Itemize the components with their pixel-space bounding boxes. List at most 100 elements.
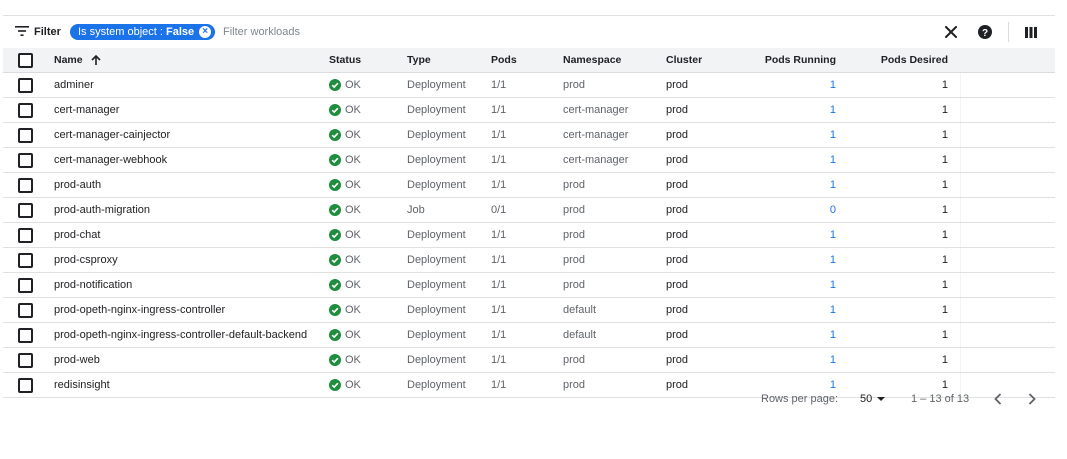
namespace-cell: prod	[563, 204, 586, 216]
help-circle-icon[interactable]: ?	[976, 23, 994, 41]
row-checkbox[interactable]	[18, 128, 33, 143]
filter-workloads-input[interactable]	[218, 22, 528, 42]
column-header-pods[interactable]: Pods	[491, 48, 517, 72]
page-range: 1 – 13 of 13	[911, 393, 970, 405]
pods-cell: 1/1	[491, 154, 507, 166]
status-text: OK	[345, 354, 361, 366]
filter-button[interactable]: Filter	[15, 24, 61, 40]
pods-desired-cell: 1	[941, 329, 948, 341]
type-cell: Deployment	[407, 354, 466, 366]
row-checkbox[interactable]	[18, 328, 33, 343]
column-header-namespace[interactable]: Namespace	[563, 48, 621, 72]
type-cell: Deployment	[407, 154, 466, 166]
workload-name-link[interactable]: prod-opeth-nginx-ingress-controller-defa…	[54, 323, 307, 347]
column-separator	[960, 98, 961, 122]
column-header-status[interactable]: Status	[329, 48, 361, 72]
namespace-cell: prod	[563, 254, 586, 266]
table-row[interactable]: prod-csproxy OK Deployment 1/1 prod prod 1 1	[3, 248, 1055, 273]
row-checkbox[interactable]	[18, 228, 33, 243]
workload-name-link[interactable]: cert-manager-cainjector	[54, 123, 170, 147]
row-checkbox[interactable]	[18, 203, 33, 218]
workload-name-link[interactable]: prod-auth	[54, 173, 101, 197]
status-cell: OK	[329, 323, 361, 347]
row-checkbox[interactable]	[18, 353, 33, 368]
pods-running-link[interactable]: 1	[830, 273, 836, 297]
column-header-pods-desired[interactable]: Pods Desired	[881, 48, 948, 72]
check-circle-icon	[329, 129, 341, 141]
pods-running-link[interactable]: 1	[830, 73, 836, 97]
column-display-icon[interactable]	[1022, 23, 1040, 41]
chevron-left-icon[interactable]	[990, 391, 1006, 407]
workload-name-link[interactable]: prod-opeth-nginx-ingress-controller	[54, 298, 225, 322]
table-row[interactable]: cert-manager-webhook OK Deployment 1/1 cert-…	[3, 148, 1055, 173]
status-cell: OK	[329, 223, 361, 247]
namespace-cell: prod	[563, 279, 586, 291]
pods-running-link[interactable]: 1	[830, 223, 836, 247]
row-checkbox[interactable]	[18, 153, 33, 168]
pods-running-link[interactable]: 1	[830, 98, 836, 122]
workload-name-link[interactable]: prod-chat	[54, 223, 100, 247]
check-circle-icon	[329, 204, 341, 216]
table-row[interactable]: prod-chat OK Deployment 1/1 prod prod 1 1	[3, 223, 1055, 248]
chevron-right-icon[interactable]	[1024, 391, 1040, 407]
column-separator	[960, 298, 961, 322]
column-header-name[interactable]: Name	[54, 48, 101, 72]
type-cell: Deployment	[407, 254, 466, 266]
pods-desired-cell: 1	[941, 179, 948, 191]
status-cell: OK	[329, 298, 361, 322]
pagination: Rows per page: 50 1 – 13 of 13	[0, 389, 1055, 411]
pods-cell: 1/1	[491, 129, 507, 141]
row-checkbox[interactable]	[18, 278, 33, 293]
column-separator	[960, 148, 961, 172]
workload-name-link[interactable]: cert-manager	[54, 98, 119, 122]
status-text: OK	[345, 104, 361, 116]
pods-running-link[interactable]: 1	[830, 348, 836, 372]
table-row[interactable]: prod-auth-migration OK Job 0/1 prod prod 0 1	[3, 198, 1055, 223]
pods-cell: 1/1	[491, 179, 507, 191]
check-circle-icon	[329, 179, 341, 191]
system-object-filter-chip[interactable]: Is system object : False ×	[70, 24, 216, 40]
pods-running-link[interactable]: 1	[830, 248, 836, 272]
select-all-checkbox[interactable]	[18, 53, 33, 68]
pods-running-link[interactable]: 0	[830, 198, 836, 222]
workload-name-link[interactable]: prod-csproxy	[54, 248, 118, 272]
table-body: adminer OK Deployment 1/1 prod prod 1 1 cert-man…	[3, 73, 1055, 398]
workload-name-link[interactable]: prod-web	[54, 348, 100, 372]
pods-running-link[interactable]: 1	[830, 148, 836, 172]
namespace-cell: default	[563, 304, 597, 316]
row-checkbox[interactable]	[18, 78, 33, 93]
row-checkbox[interactable]	[18, 253, 33, 268]
row-checkbox[interactable]	[18, 103, 33, 118]
pods-running-link[interactable]: 1	[830, 173, 836, 197]
table-row[interactable]: cert-manager OK Deployment 1/1 cert-manager p…	[3, 98, 1055, 123]
table-row[interactable]: prod-notification OK Deployment 1/1 prod prod…	[3, 273, 1055, 298]
table-row[interactable]: prod-opeth-nginx-ingress-controller-defa…	[3, 323, 1055, 348]
table-row[interactable]: prod-opeth-nginx-ingress-controller OK Dep…	[3, 298, 1055, 323]
close-icon[interactable]	[942, 23, 960, 41]
pods-desired-cell: 1	[941, 154, 948, 166]
row-checkbox[interactable]	[18, 178, 33, 193]
pods-running-link[interactable]: 1	[830, 123, 836, 147]
pods-desired-cell: 1	[941, 204, 948, 216]
table-row[interactable]: adminer OK Deployment 1/1 prod prod 1 1	[3, 73, 1055, 98]
workload-name-link[interactable]: prod-notification	[54, 273, 132, 297]
pods-running-link[interactable]: 1	[830, 323, 836, 347]
row-checkbox[interactable]	[18, 303, 33, 318]
table-row[interactable]: prod-auth OK Deployment 1/1 prod prod 1 1	[3, 173, 1055, 198]
workload-name-link[interactable]: adminer	[54, 73, 94, 97]
workload-name-link[interactable]: cert-manager-webhook	[54, 148, 167, 172]
workload-name-link[interactable]: prod-auth-migration	[54, 198, 150, 222]
column-header-type[interactable]: Type	[407, 48, 431, 72]
pods-desired-cell: 1	[941, 304, 948, 316]
cancel-circle-icon[interactable]: ×	[199, 26, 212, 38]
rows-per-page-select[interactable]: 50	[860, 393, 887, 405]
pods-running-link[interactable]: 1	[830, 298, 836, 322]
status-text: OK	[345, 254, 361, 266]
column-separator	[960, 323, 961, 347]
table-row[interactable]: prod-web OK Deployment 1/1 prod prod 1 1	[3, 348, 1055, 373]
column-header-cluster[interactable]: Cluster	[666, 48, 702, 72]
table-row[interactable]: cert-manager-cainjector OK Deployment 1/1 ce…	[3, 123, 1055, 148]
column-header-pods-running[interactable]: Pods Running	[765, 48, 836, 72]
cluster-cell: prod	[666, 129, 689, 141]
pods-desired-cell: 1	[941, 279, 948, 291]
